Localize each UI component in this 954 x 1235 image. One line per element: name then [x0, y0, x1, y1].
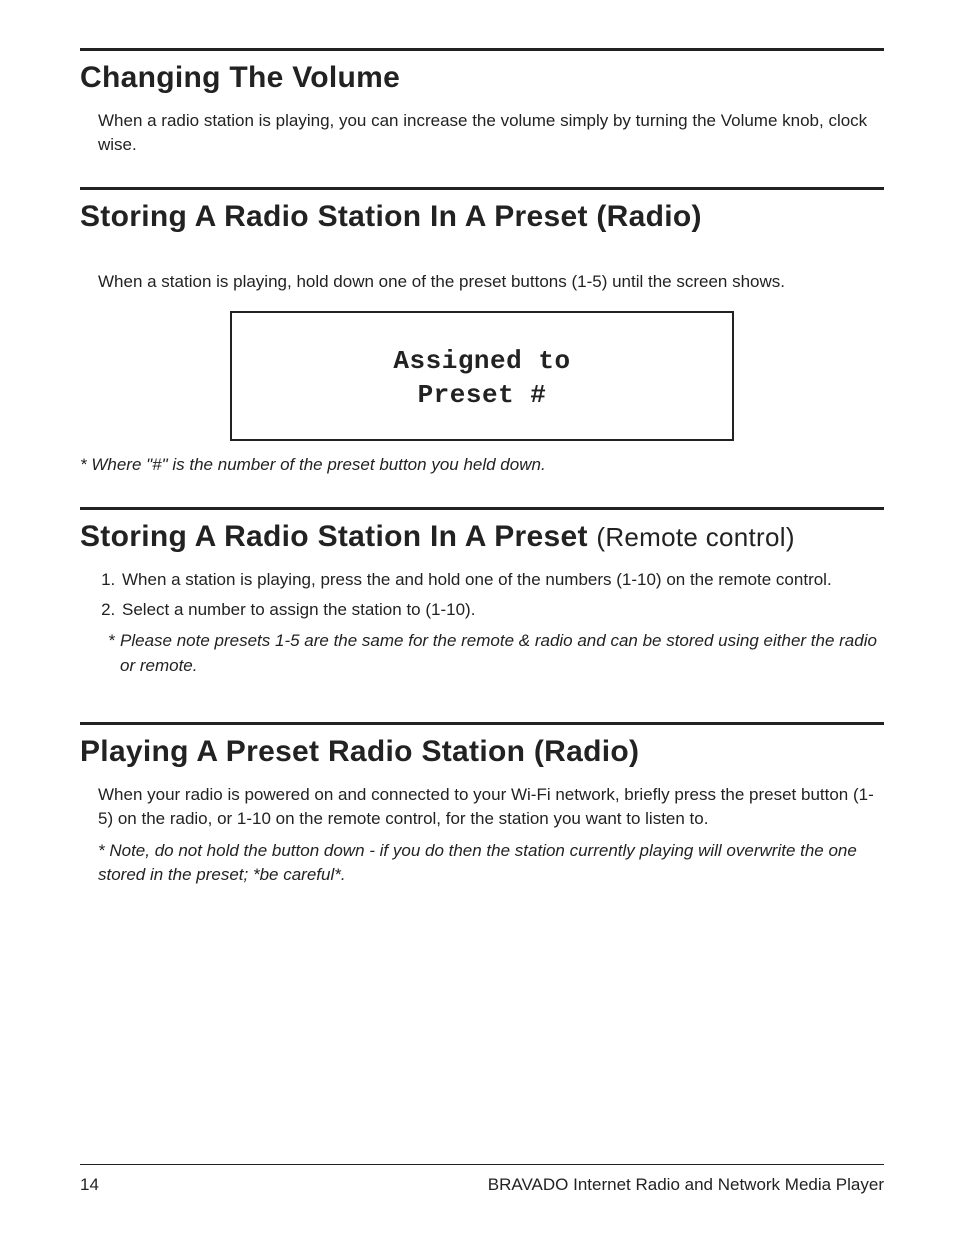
lcd-line-2: Preset # — [242, 379, 722, 413]
body-play-preset: When your radio is powered on and connec… — [80, 783, 884, 831]
page-footer: 14 BRAVADO Internet Radio and Network Me… — [80, 1164, 884, 1195]
heading-play-preset: Playing A Preset Radio Station (Radio) — [80, 735, 884, 769]
heading-changing-volume: Changing The Volume — [80, 61, 884, 95]
step-item: Select a number to assign the station to… — [120, 598, 884, 623]
heading-store-remote-main: Storing A Radio Station In A Preset — [80, 520, 596, 553]
lcd-screen-example: Assigned to Preset # — [230, 311, 734, 441]
note-store-remote: *Please note presets 1-5 are the same fo… — [80, 629, 884, 678]
page-number: 14 — [80, 1175, 99, 1195]
section-rule — [80, 48, 884, 51]
heading-store-radio: Storing A Radio Station In A Preset (Rad… — [80, 200, 884, 234]
lcd-line-1: Assigned to — [242, 345, 722, 379]
footer-title: BRAVADO Internet Radio and Network Media… — [488, 1175, 884, 1195]
section-rule — [80, 187, 884, 190]
step-item: When a station is playing, press the and… — [120, 568, 884, 593]
steps-store-remote: When a station is playing, press the and… — [80, 568, 884, 629]
note-store-radio: * Where "#" is the number of the preset … — [80, 453, 884, 477]
body-changing-volume: When a radio station is playing, you can… — [80, 109, 884, 157]
document-page: Changing The Volume When a radio station… — [0, 0, 954, 1235]
note-store-remote-text: Please note presets 1-5 are the same for… — [120, 631, 877, 675]
note-play-preset: * Note, do not hold the button down - if… — [80, 839, 884, 887]
section-rule — [80, 722, 884, 725]
heading-store-remote: Storing A Radio Station In A Preset (Rem… — [80, 520, 884, 554]
section-rule — [80, 507, 884, 510]
body-store-radio: When a station is playing, hold down one… — [80, 270, 884, 294]
heading-store-remote-paren: (Remote control) — [596, 522, 794, 552]
